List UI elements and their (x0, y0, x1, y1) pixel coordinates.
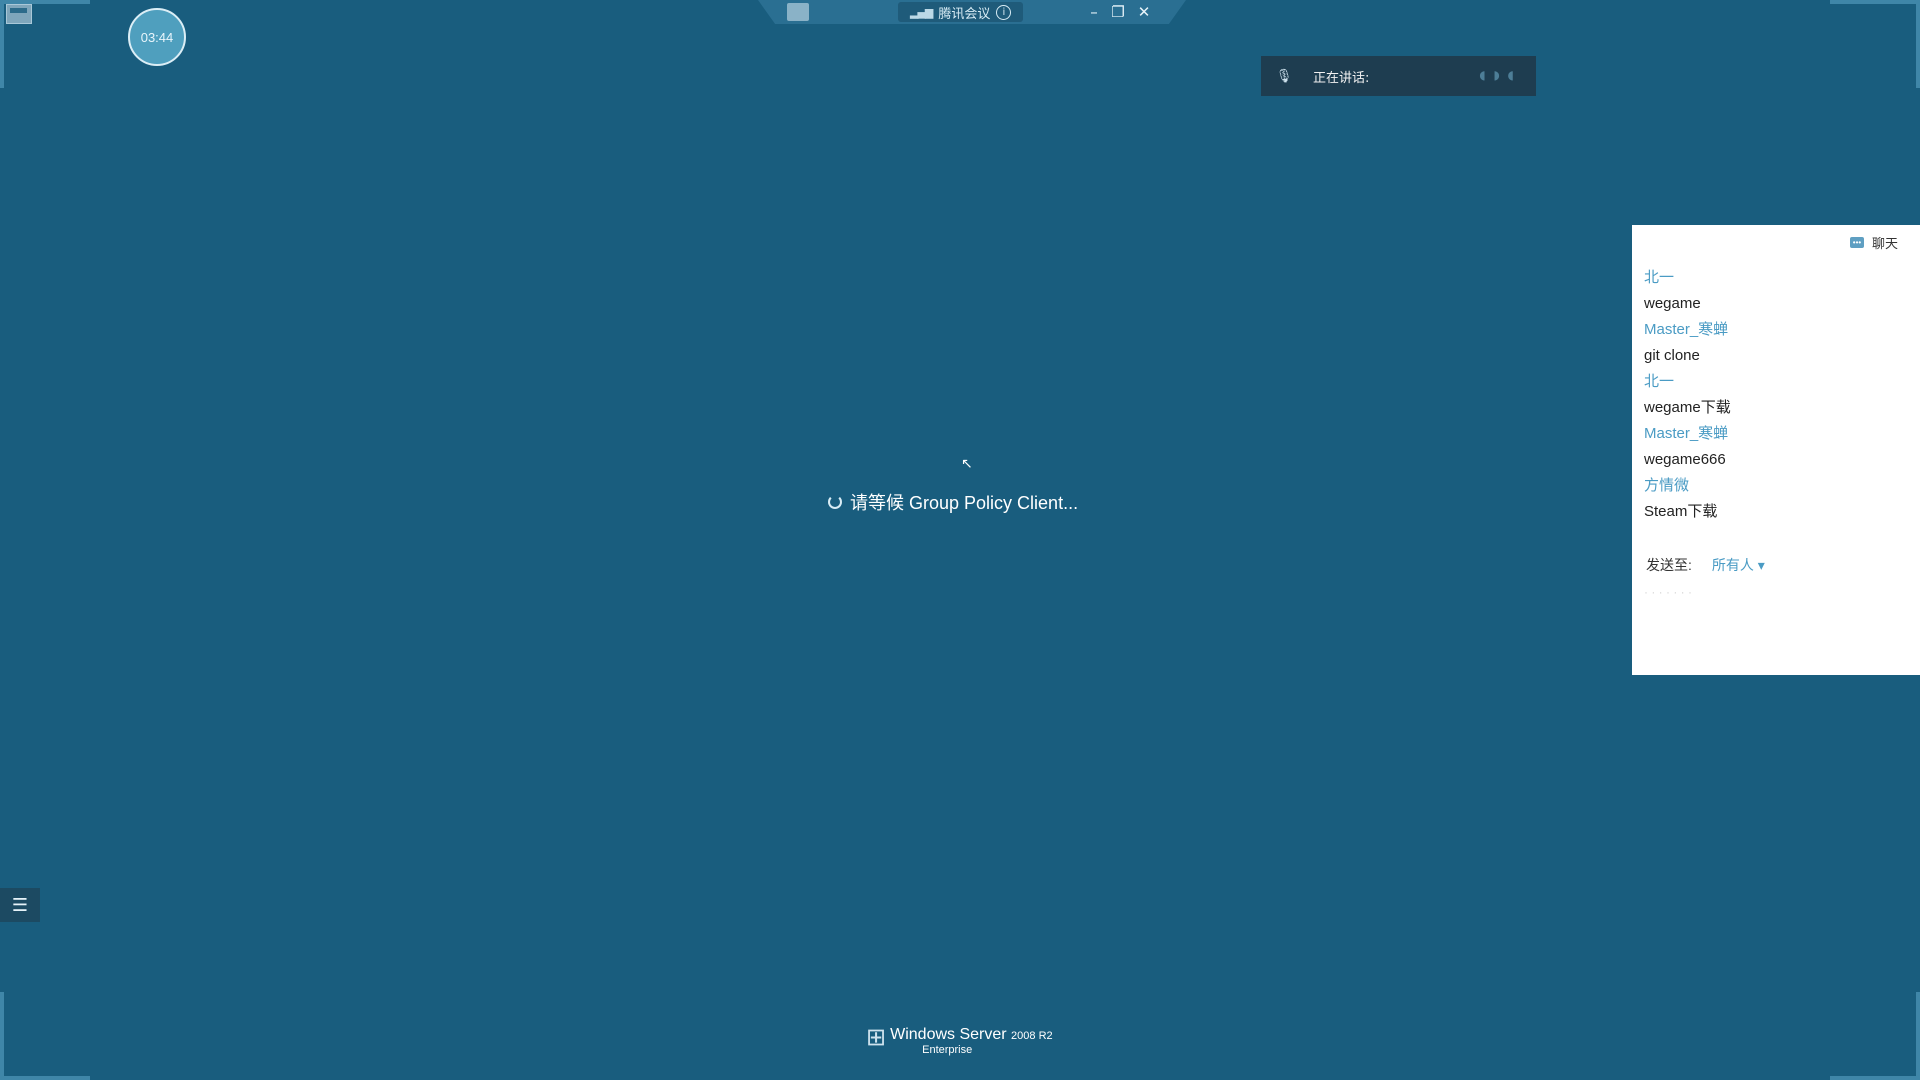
windows-server-brand: ⊞ Windows Server 2008 R2 Enterprise (866, 1024, 1053, 1057)
list-icon: ☰ (11, 894, 29, 916)
meeting-timer[interactable]: 03:44 (128, 8, 186, 66)
send-to-dropdown[interactable]: 所有人 ▾ (1712, 555, 1765, 575)
chat-header: ••• 聊天 (1849, 233, 1898, 252)
corner-top-right-vertical (1916, 0, 1920, 88)
corner-bottom-left (0, 1076, 90, 1080)
chat-message: wegame下载 (1644, 399, 1731, 416)
speaking-label: 正在讲话: (1313, 70, 1370, 86)
speaking-indicator: 🎙 正在讲话: ◖ ◗ ◖ (1261, 56, 1536, 96)
chat-message: wegame666 (1644, 451, 1726, 468)
info-icon[interactable]: i (996, 4, 1012, 20)
corner-bottom-left-vertical (0, 992, 4, 1080)
chat-panel: ••• 聊天 北一 wegame Master_寒蝉 git clone 北一 … (1632, 225, 1920, 675)
chat-sender: 北一 (1644, 373, 1675, 390)
meeting-logo-icon[interactable] (787, 3, 809, 21)
close-button[interactable]: ✕ (1134, 2, 1154, 22)
chat-bubble-icon: ••• (1849, 237, 1864, 248)
menu-list-button[interactable]: ☰ (0, 888, 40, 922)
chat-message: wegame (1644, 295, 1701, 312)
corner-bottom-right-vertical (1916, 992, 1920, 1080)
chat-sender: Master_寒蝉 (1644, 321, 1729, 338)
brand-edition: Enterprise (922, 1044, 973, 1056)
meeting-title-group[interactable]: ▂▄▆ 腾讯会议 i (898, 2, 1024, 22)
chat-sender: Master_寒蝉 (1644, 425, 1729, 442)
chat-sender: 北一 (1644, 269, 1675, 286)
mouse-cursor: ↖ (961, 456, 973, 472)
corner-bottom-right (1830, 1076, 1920, 1080)
chat-messages: 北一 wegame Master_寒蝉 git clone 北一 wegame下… (1644, 265, 1731, 525)
chat-sender: 方情微 (1644, 477, 1690, 494)
chat-input[interactable]: · · · · · · · (1644, 585, 1692, 599)
status-text: 请等候 Group Policy Client... (850, 493, 1079, 513)
chat-message: git clone (1644, 347, 1700, 364)
chat-message: Steam下载 (1644, 503, 1718, 520)
signal-icon: ▂▄▆ (910, 5, 933, 19)
send-to-row: 发送至: 所有人 ▾ (1646, 555, 1765, 575)
timer-value: 03:44 (140, 29, 174, 45)
window-icon[interactable] (6, 4, 32, 24)
audio-wave-icon: ◖ ◗ ◖ (1479, 68, 1516, 82)
brand-version: 2008 R2 (1011, 1030, 1053, 1042)
loading-spinner-icon (828, 495, 842, 509)
meeting-app-title: 腾讯会议 (938, 6, 991, 22)
corner-top-right (1830, 0, 1920, 4)
restore-button[interactable]: ❐ (1108, 2, 1128, 22)
microphone-icon: 🎙 (1275, 68, 1293, 84)
brand-name: Windows Server (890, 1026, 1007, 1043)
minimize-button[interactable]: – (1084, 2, 1104, 22)
chat-title: 聊天 (1871, 236, 1898, 251)
windows-logo-icon: ⊞ (866, 1024, 887, 1051)
corner-top-left-vertical (0, 0, 4, 88)
send-to-label: 发送至: (1646, 557, 1692, 573)
remote-status: 请等候 Group Policy Client... (828, 489, 1078, 515)
